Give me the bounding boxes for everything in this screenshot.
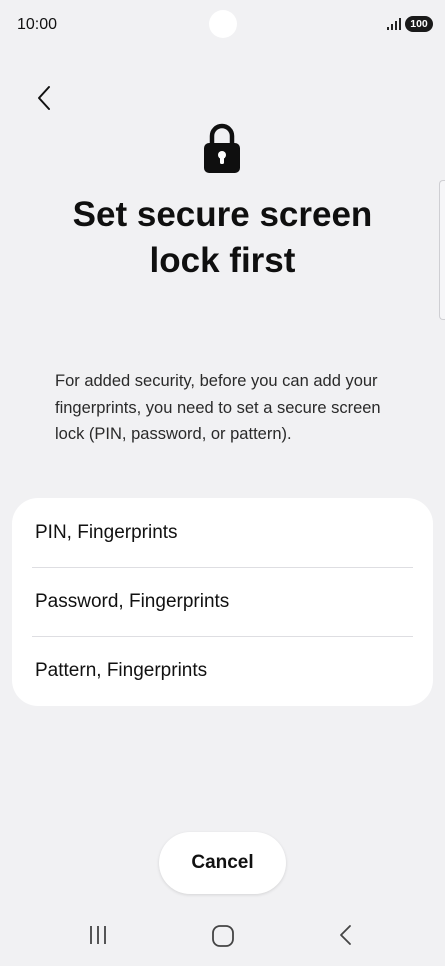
chevron-left-icon bbox=[38, 86, 50, 110]
cancel-button[interactable]: Cancel bbox=[159, 832, 286, 894]
lock-icon bbox=[204, 123, 240, 173]
camera-cutout bbox=[209, 10, 237, 38]
option-label: Pattern, Fingerprints bbox=[35, 659, 208, 681]
status-time: 10:00 bbox=[17, 16, 58, 33]
screen: 10:00 100 Set secure screen lock first F… bbox=[0, 0, 445, 966]
page-title: Set secure screen lock first bbox=[72, 195, 373, 280]
option-pin-fingerprints[interactable]: PIN, Fingerprints bbox=[12, 498, 433, 567]
option-password-fingerprints[interactable]: Password, Fingerprints bbox=[12, 567, 433, 636]
option-pattern-fingerprints[interactable]: Pattern, Fingerprints bbox=[12, 636, 433, 705]
signal-icon bbox=[387, 18, 401, 30]
recents-icon[interactable] bbox=[86, 924, 110, 946]
back-icon[interactable] bbox=[336, 923, 356, 947]
description-text: For added security, before you can add y… bbox=[55, 372, 381, 443]
battery-icon: 100 bbox=[405, 16, 433, 32]
navigation-bar bbox=[0, 905, 445, 966]
back-button[interactable] bbox=[26, 80, 62, 116]
home-icon[interactable] bbox=[211, 924, 235, 948]
lock-options-list: PIN, Fingerprints Password, Fingerprints… bbox=[12, 498, 433, 706]
option-label: PIN, Fingerprints bbox=[35, 521, 178, 543]
option-label: Password, Fingerprints bbox=[35, 590, 230, 612]
status-bar: 10:00 100 bbox=[0, 0, 445, 52]
edge-panel-handle[interactable] bbox=[439, 180, 445, 320]
